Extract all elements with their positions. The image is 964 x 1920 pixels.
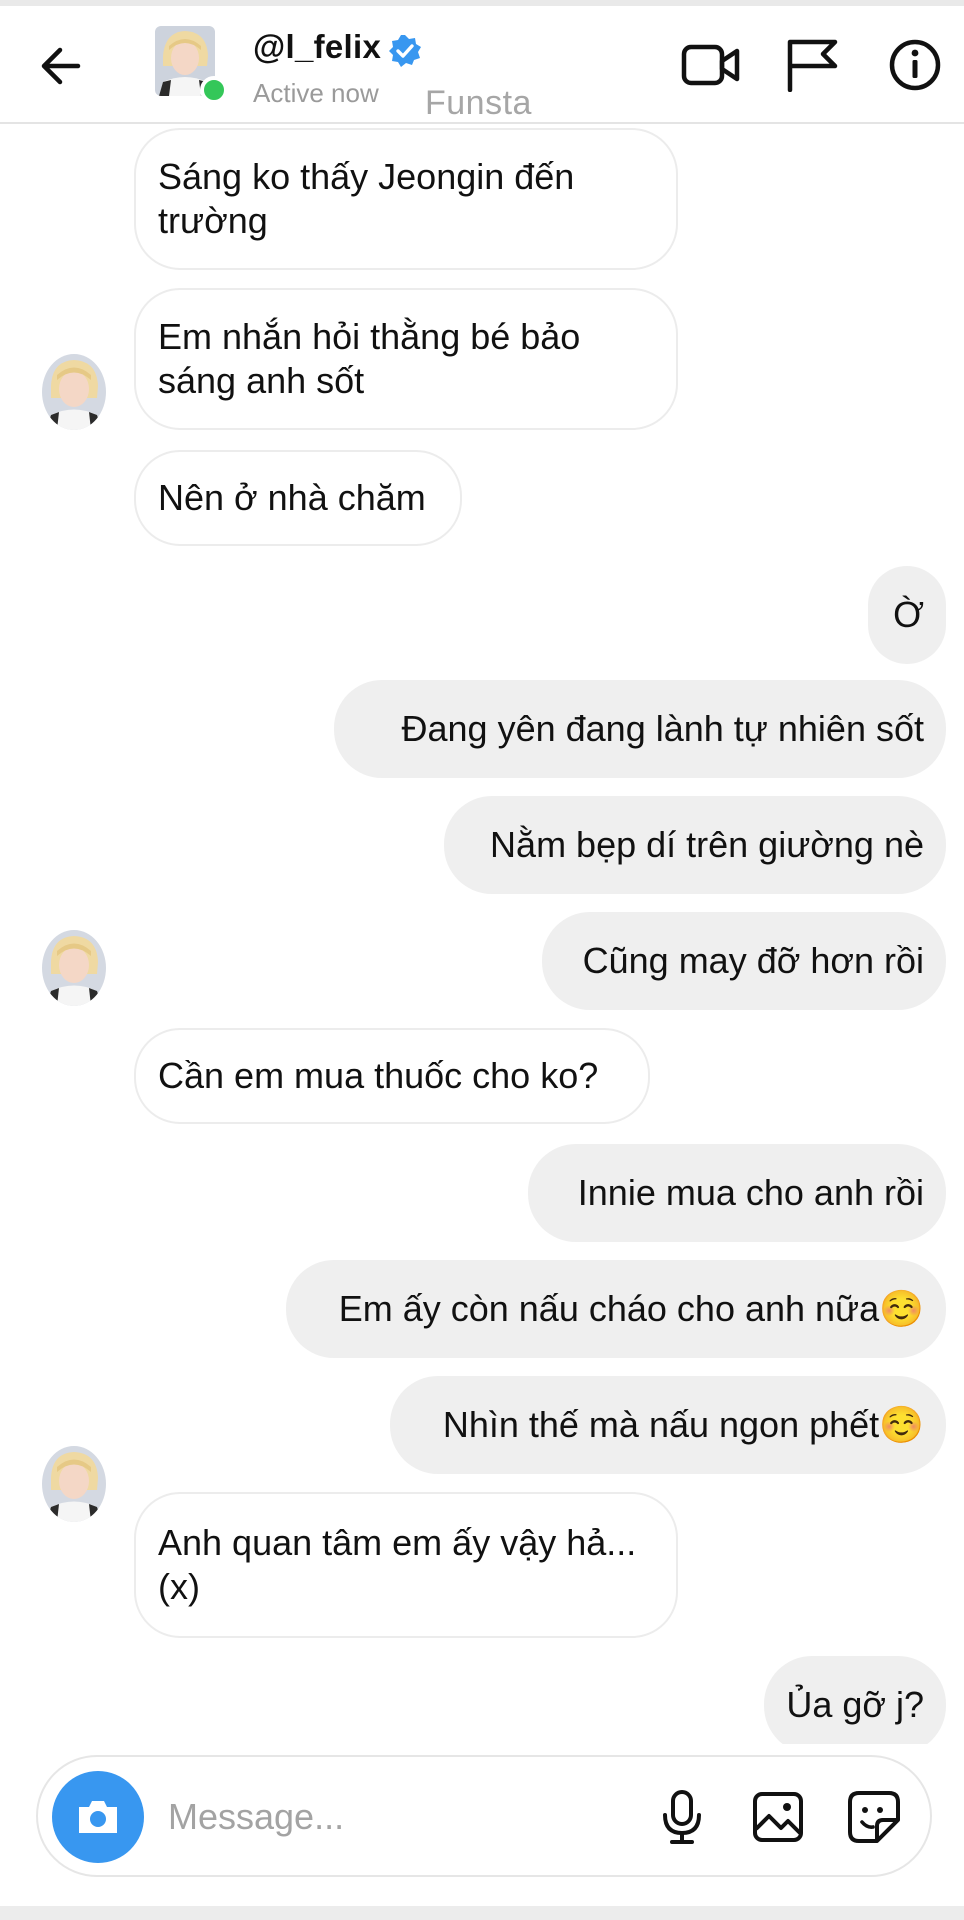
message-thread: Sáng ko thấy Jeongin đến trường Em nhắn h… xyxy=(0,124,964,1744)
info-icon xyxy=(889,39,941,91)
flag-icon xyxy=(787,39,838,92)
outgoing-message[interactable]: Ờ xyxy=(868,566,946,664)
back-arrow-icon xyxy=(41,47,81,85)
camera-icon xyxy=(79,1801,117,1833)
voice-message-button[interactable] xyxy=(650,1785,714,1849)
online-indicator xyxy=(200,76,228,104)
sender-avatar[interactable] xyxy=(42,930,106,1006)
sticker-icon xyxy=(848,1791,900,1843)
header-avatar[interactable] xyxy=(155,26,228,104)
sender-avatar[interactable] xyxy=(42,354,106,430)
outgoing-message[interactable]: Ủa gỡ j? xyxy=(764,1656,946,1744)
outgoing-message[interactable]: Innie mua cho anh rồi xyxy=(528,1144,946,1242)
sticker-button[interactable] xyxy=(842,1785,906,1849)
outgoing-message[interactable]: Cũng may đỡ hơn rồi xyxy=(542,912,946,1010)
verified-badge-icon xyxy=(388,34,422,68)
incoming-message[interactable]: Anh quan tâm em ấy vậy hả...(x) xyxy=(134,1492,678,1638)
message-composer xyxy=(36,1755,932,1877)
video-call-icon xyxy=(681,44,740,86)
sender-avatar[interactable] xyxy=(42,1446,106,1522)
gallery-button[interactable] xyxy=(746,1785,810,1849)
incoming-message[interactable]: Em nhắn hỏi thằng bé bảo sáng anh sốt xyxy=(134,288,678,430)
dm-screen: @l_felix Active now Funsta Sáng ko thấy … xyxy=(0,0,964,1920)
outgoing-message[interactable]: Nhìn thế mà nấu ngon phết☺️ xyxy=(390,1376,946,1474)
report-button[interactable] xyxy=(780,34,842,96)
outgoing-message[interactable]: Em ấy còn nấu cháo cho anh nữa☺️ xyxy=(286,1260,946,1358)
message-input[interactable] xyxy=(168,1789,528,1845)
video-call-button[interactable] xyxy=(680,34,742,96)
chat-username[interactable]: @l_felix xyxy=(253,28,381,66)
info-button[interactable] xyxy=(884,34,946,96)
back-button[interactable] xyxy=(30,36,90,96)
camera-button[interactable] xyxy=(52,1771,144,1863)
microphone-icon xyxy=(663,1790,701,1844)
incoming-message[interactable]: Nên ở nhà chăm xyxy=(134,450,462,546)
chat-header: @l_felix Active now Funsta xyxy=(0,6,964,124)
incoming-message[interactable]: Sáng ko thấy Jeongin đến trường xyxy=(134,128,678,270)
bottom-edge-strip xyxy=(0,1906,964,1920)
gallery-icon xyxy=(753,1792,803,1842)
incoming-message[interactable]: Cần em mua thuốc cho ko? xyxy=(134,1028,650,1124)
outgoing-message[interactable]: Đang yên đang lành tự nhiên sốt xyxy=(334,680,946,778)
outgoing-message[interactable]: Nằm bẹp dí trên giường nè xyxy=(444,796,946,894)
overlay-caption: Funsta xyxy=(425,84,532,122)
active-status: Active now xyxy=(253,78,379,108)
